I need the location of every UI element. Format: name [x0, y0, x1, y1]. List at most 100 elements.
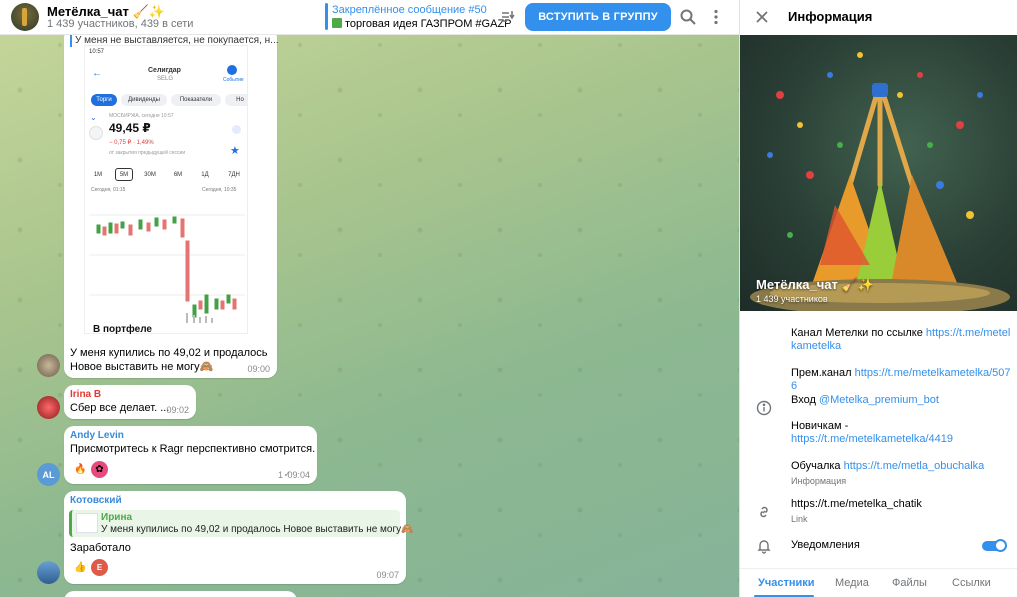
notifications-toggle[interactable] [982, 539, 1007, 552]
reaction-count: 1 [277, 470, 283, 480]
tab-files[interactable]: Файлы [892, 577, 927, 589]
pinned-title: Закреплённое сообщение #50 [332, 4, 487, 16]
message-time: 09:07 [376, 570, 399, 580]
description-link[interactable]: @Metelka_premium_bot [819, 394, 939, 406]
timeframe-button: 7ДН [228, 171, 240, 178]
quoted-message[interactable]: Ирина У меня купились по 49,02 и продало… [69, 510, 414, 537]
message-bubble[interactable] [64, 591, 297, 597]
link-caption: Link [791, 514, 808, 524]
phone-tab: Но [225, 94, 247, 106]
link-icon [760, 506, 768, 518]
back-arrow-icon: ← [92, 68, 102, 79]
chat-header: Метёлка_чат 🧹✨ 1 439 участников, 439 в с… [0, 0, 739, 35]
timeframe-button: 5М [115, 168, 133, 181]
channel-name: Метёлка_чат 🧹✨ [756, 277, 874, 292]
notifications-label: Уведомления [791, 539, 860, 551]
message-bubble[interactable]: Irina B Сбер все делает. ... 09:02 [64, 385, 196, 419]
description-text: Канал Метелки по ссылке [791, 327, 926, 339]
panel-tabs: Участники Медиа Файлы Ссылки [740, 568, 1017, 597]
chart-left-label: Сегодня, 01:15 [91, 187, 126, 193]
phone-tab: Дивиденды [121, 94, 167, 106]
more-icon[interactable] [707, 8, 725, 26]
message-text: Присмотритесь к Ragr перспективно смотри… [70, 443, 316, 455]
chart-right-label: Сегодня, 10:35 [202, 187, 237, 193]
group-cover-image[interactable]: Метёлка_чат 🧹✨ 1 439 участников [740, 35, 1017, 311]
description-link[interactable]: https://t.me/metla_obuchalka [844, 460, 985, 472]
quote-author: Ирина [101, 512, 133, 523]
thumbs-up-reaction-icon[interactable]: 👍 [72, 559, 89, 576]
message-time: 09:04 [287, 470, 310, 480]
close-icon[interactable] [754, 9, 770, 25]
chat-subtitle: 1 439 участников, 439 в сети [47, 18, 194, 30]
user-avatar[interactable]: AL [37, 463, 60, 486]
message-time: 09:02 [166, 405, 189, 415]
pinned-list-icon[interactable] [500, 9, 516, 25]
phone-screenshot[interactable]: 10:57 ← Селигдар SELG Событие Торги Диви… [84, 45, 248, 334]
portfolio-heading: В портфеле [93, 324, 152, 335]
message-bubble[interactable]: У меня не выставляется, не покупается, н… [64, 28, 279, 378]
pinned-text-row: торговая идея ГАЗПРОМ #GAZP [332, 18, 512, 30]
message-text: Заработало [70, 542, 131, 554]
flower-reaction-icon[interactable]: ✿ [91, 461, 108, 478]
quote-text: У меня купились по 49,02 и продалось Нов… [101, 524, 414, 535]
tab-media[interactable]: Медиа [835, 577, 869, 589]
description-text: Обучалка [791, 460, 844, 472]
description-link[interactable]: https://t.me/metelkametelka/4419 [791, 433, 953, 445]
group-avatar[interactable] [11, 3, 39, 31]
user-avatar[interactable] [37, 561, 60, 584]
sender-name[interactable]: Irina B [70, 389, 101, 400]
info-panel: Информация Метёлка_чат 🧹✨ 1 439 участник… [739, 0, 1017, 597]
description-text: Новичкам - [791, 420, 849, 432]
panel-title: Информация [788, 9, 873, 24]
timeframe-button: 6М [173, 171, 183, 178]
sender-name[interactable]: Котовский [70, 495, 122, 506]
search-icon[interactable] [679, 8, 697, 26]
volume-bars [186, 313, 213, 323]
timeframe-button: 1М [93, 171, 103, 178]
phone-tab: Показатели [171, 94, 221, 106]
brooms-illustration [750, 52, 1010, 311]
collapse-chevron-icon: ⌄ [90, 113, 97, 122]
price-value: 49,45 ₽ [109, 121, 151, 135]
description-text: Вход [791, 394, 819, 406]
info-icon [756, 400, 772, 416]
ticker-code: SELG [157, 76, 174, 82]
clock-icon [227, 65, 237, 75]
message-time: 09:00 [247, 364, 270, 374]
message-bubble[interactable]: Котовский Ирина У меня купились по 49,02… [64, 491, 414, 584]
description-line: Прем.канал https://t.me/metelkametelka/5… [791, 367, 1011, 393]
message-text: У меня купились по 49,02 и продалось [70, 347, 268, 359]
user-avatar[interactable] [37, 396, 60, 419]
description-line: Новичкам - https://t.me/metelkametelka/44… [791, 420, 1011, 446]
quote-thumbnail [76, 513, 98, 533]
info-caption: Информация [791, 476, 847, 486]
reply-bar [70, 35, 72, 47]
ticker-name: Селигдар [148, 67, 181, 74]
group-link[interactable]: https://t.me/metelka_chatik [791, 498, 1011, 511]
description-line: Вход @Metelka_premium_bot [791, 394, 1011, 407]
exchange-label: МОСБИРЖА, сегодня 10:57 [109, 113, 174, 119]
pinned-indicator [325, 3, 328, 30]
message-bubble[interactable]: Andy Levin Присмотритесь к Ragr перспект… [64, 426, 317, 484]
alerts-label: Событие [223, 77, 244, 83]
chart-emoji-icon [332, 18, 342, 28]
timeframe-button: 30М [144, 171, 156, 178]
star-icon: ★ [230, 145, 240, 157]
tab-members[interactable]: Участники [758, 577, 815, 589]
price-change: − 0,75 ₽ · 1,49% [109, 140, 154, 146]
reaction-avatar[interactable]: E [91, 559, 108, 576]
company-logo [89, 126, 103, 140]
members-count: 1 439 участников [756, 294, 828, 304]
price-change-note: от закрытия предыдущей сессии [109, 150, 186, 156]
bell-icon [757, 540, 771, 554]
user-avatar[interactable] [37, 354, 60, 377]
tab-links[interactable]: Ссылки [952, 577, 991, 589]
pinned-text: торговая идея ГАЗПРОМ #GAZP [345, 18, 512, 30]
check-icon [232, 125, 241, 134]
message-text: Сбер все делает. ... [70, 402, 170, 414]
join-group-button[interactable]: ВСТУПИТЬ В ГРУППУ [525, 3, 671, 31]
fire-reaction-icon[interactable]: 🔥 [72, 461, 89, 478]
candlestick-chart [89, 214, 245, 323]
sender-name[interactable]: Andy Levin [70, 430, 124, 441]
description-line: Канал Метелки по ссылке https://t.me/met… [791, 327, 1011, 353]
